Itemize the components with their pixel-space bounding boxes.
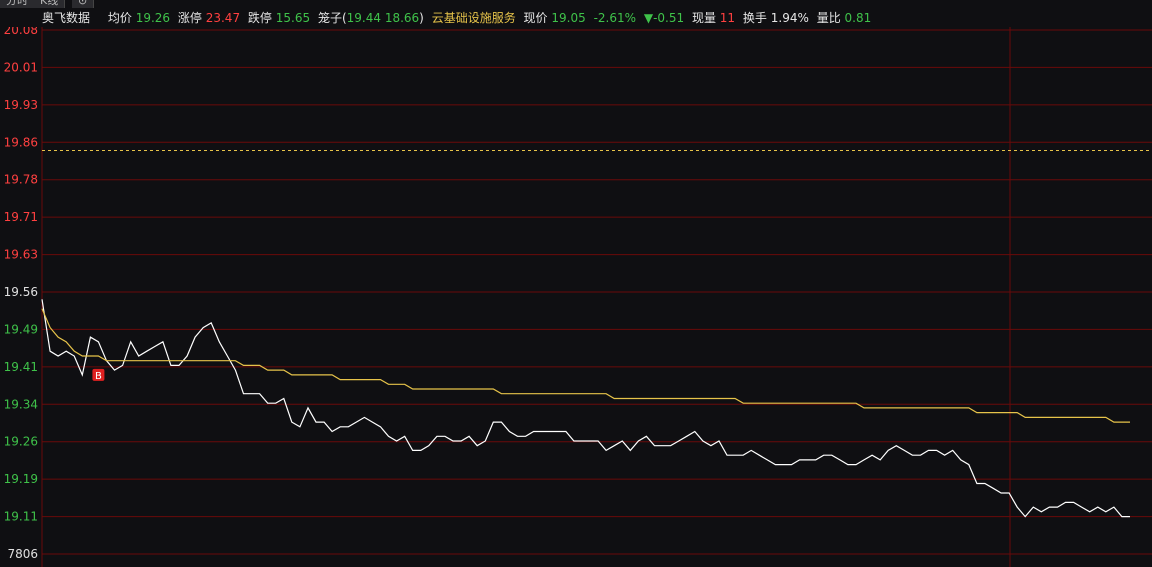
vol-ratio-value: 0.81	[844, 11, 872, 25]
price-value: 19.05	[551, 11, 586, 25]
price-label: 现价	[523, 11, 548, 25]
y-tick-label: 19.34	[4, 397, 38, 411]
y-tick-label: 20.01	[4, 60, 38, 74]
cage-label: 笼子(	[317, 11, 347, 25]
sector-label[interactable]: 云基础设施服务	[432, 11, 516, 25]
vol-ratio-label: 量比	[816, 11, 841, 25]
limit-up-label: 涨停	[177, 11, 202, 25]
y-tick-label: 19.71	[4, 210, 38, 224]
intraday-chart[interactable]: 20.08 20.01 19.93 19.86 19.78 19.71 19.63 19.56…	[0, 27, 1152, 567]
y-tick-label: 19.19	[4, 472, 38, 486]
volume-label: 现量	[691, 11, 716, 25]
cage-close: )	[419, 11, 424, 25]
view-tabs: 分时 K线 ⊙	[0, 0, 150, 8]
y-tick-label: 19.86	[4, 135, 38, 149]
tab-kline[interactable]: K线	[34, 0, 66, 8]
avg-value: 19.26	[135, 11, 171, 25]
y-tick-label: 7806	[7, 547, 38, 561]
pct-change: -2.61%	[593, 11, 637, 25]
volume-value: 11	[719, 11, 736, 25]
avg-label: 均价	[107, 11, 132, 25]
stock-name: 奥飞数据	[42, 11, 91, 25]
limit-down-label: 跌停	[247, 11, 272, 25]
y-tick-label: 19.93	[4, 98, 38, 112]
y-tick-label: 19.78	[4, 173, 38, 187]
avg-line	[41, 308, 1130, 423]
y-tick-label: 19.63	[4, 248, 38, 262]
cage-value-1: 19.44	[346, 11, 381, 25]
y-tick-label: 19.49	[4, 322, 38, 336]
y-tick-label: 19.41	[4, 360, 38, 374]
cage-value-2: 18.66	[384, 11, 420, 25]
y-tick-label: 19.11	[4, 510, 38, 524]
y-tick-label: 20.08	[4, 27, 38, 37]
tab-intraday[interactable]: 分时	[0, 0, 35, 8]
limit-up-value: 23.47	[205, 11, 241, 25]
quote-header: 奥飞数据 均价 19.26 涨停 23.47 跌停 15.65 笼子(19.44…	[0, 9, 1152, 27]
tab-settings-icon[interactable]: ⊙	[72, 0, 95, 8]
y-tick-label: 19.56	[4, 285, 38, 299]
buy-marker-label: B	[95, 371, 102, 382]
change-value: ▼-0.51	[643, 11, 685, 25]
limit-down-value: 15.65	[275, 11, 311, 25]
y-tick-label: 19.26	[4, 435, 38, 449]
turnover-label: 换手	[742, 11, 767, 25]
turnover-value: 1.94%	[770, 11, 809, 25]
